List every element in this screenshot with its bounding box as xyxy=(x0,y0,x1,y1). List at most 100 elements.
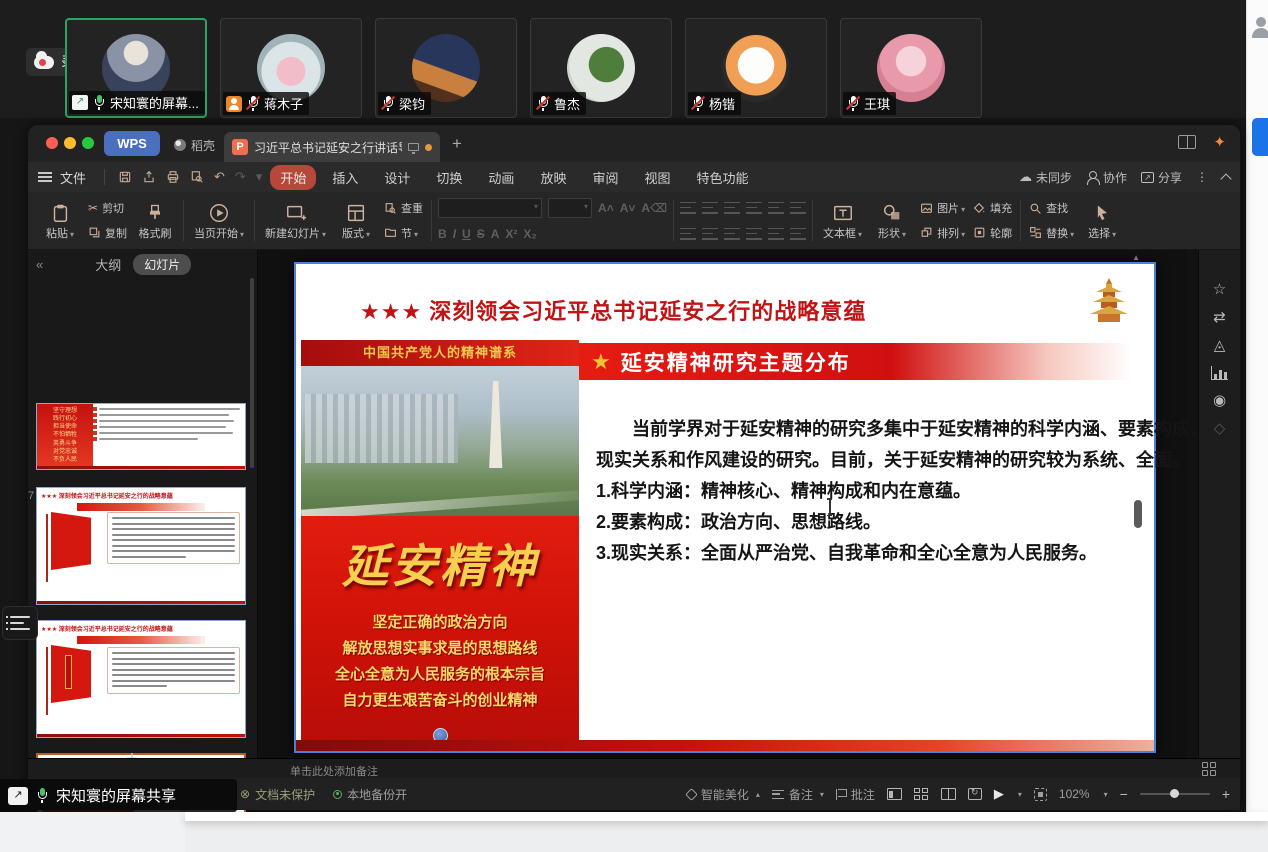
align-icon[interactable] xyxy=(724,202,740,214)
align-icon[interactable] xyxy=(680,202,696,214)
print-icon[interactable] xyxy=(166,170,180,184)
resource-icon[interactable]: ◉ xyxy=(1213,393,1226,408)
new-tab-button[interactable]: + xyxy=(452,134,462,154)
menu-tab-2[interactable]: 插入 xyxy=(322,165,368,190)
more-menu-icon[interactable]: ⋮ xyxy=(1196,170,1208,184)
animation-icon[interactable]: ◬ xyxy=(1214,338,1226,353)
print-preview-icon[interactable] xyxy=(190,170,204,184)
find-button[interactable]: 查找 xyxy=(1027,200,1076,216)
menu-tab-1[interactable]: 开始 xyxy=(270,165,316,190)
export-icon[interactable] xyxy=(142,170,156,184)
superscript-icon[interactable]: X² xyxy=(505,227,517,241)
bold-icon[interactable]: B xyxy=(438,227,447,241)
image-button[interactable]: 图片▾ xyxy=(918,200,967,216)
backup-status[interactable]: 本地备份开 xyxy=(333,786,407,803)
underline-icon[interactable]: U xyxy=(462,227,471,241)
blue-side-tab[interactable] xyxy=(1252,118,1268,156)
slide-body-text[interactable]: 当前学界对于延安精神的研究多集中于延安精神的科学内涵、要素构成、现实关系和作风建… xyxy=(596,414,1152,569)
redo-icon[interactable]: ↷ xyxy=(235,169,246,185)
share-button[interactable]: ↗分享 xyxy=(1141,169,1182,186)
handoff-icon[interactable] xyxy=(968,788,982,800)
outline-button[interactable]: 轮廓 xyxy=(971,225,1014,241)
menu-tab-4[interactable]: 切换 xyxy=(426,165,472,190)
collapse-panel-icon[interactable]: « xyxy=(36,257,43,272)
strikethrough-icon[interactable]: S xyxy=(477,227,485,241)
menu-tab-6[interactable]: 放映 xyxy=(530,165,576,190)
fill-button[interactable]: 填充 xyxy=(971,200,1014,216)
collaborate-button[interactable]: 协作 xyxy=(1086,169,1127,186)
format-painter-button[interactable]: 格式刷 xyxy=(133,196,177,245)
grid-view-icon[interactable] xyxy=(1202,762,1218,776)
panel-scrollbar[interactable] xyxy=(250,278,254,468)
textbox-button[interactable]: 文本框▾ xyxy=(819,196,866,245)
slideshow-play-icon[interactable]: ▶ xyxy=(994,786,1004,802)
doc-protect-status[interactable]: ⊗文档未保护 xyxy=(240,786,315,803)
maximize-button[interactable] xyxy=(82,137,94,149)
participant-tile[interactable]: ↗宋知寰的屏幕... xyxy=(65,18,207,118)
check-duplicate-button[interactable]: 查重 xyxy=(382,200,425,216)
chart-icon[interactable] xyxy=(1211,366,1228,380)
play-caret-icon[interactable]: ▾ xyxy=(1018,790,1022,799)
menu-tab-8[interactable]: 视图 xyxy=(634,165,680,190)
participant-tile[interactable]: 杨锴 xyxy=(685,18,827,118)
close-button[interactable] xyxy=(46,137,58,149)
document-tab[interactable]: P 习近平总书记延安之行讲话导读 xyxy=(224,132,440,162)
notes-button[interactable]: 备注▾ xyxy=(772,786,824,803)
participant-tile[interactable]: 梁钧 xyxy=(375,18,517,118)
split-view-icon[interactable] xyxy=(1178,135,1196,149)
arrange-button[interactable]: 排列▾ xyxy=(918,225,967,241)
shapes-button[interactable]: 形状▾ xyxy=(870,196,914,245)
align-icon[interactable] xyxy=(768,228,784,240)
select-button[interactable]: 选择▾ xyxy=(1080,196,1124,245)
zoom-in-button[interactable]: + xyxy=(1222,786,1230,802)
subscript-icon[interactable]: X₂ xyxy=(523,227,536,241)
tab-outline[interactable]: 大纲 xyxy=(95,255,121,274)
slide-canvas[interactable]: ★★★ 深刻领会习近平总书记延安之行的战略意蕴 中国共产党人的精神谱系 xyxy=(294,262,1156,753)
sorter-view-icon[interactable] xyxy=(914,788,929,800)
cut-button[interactable]: ✂剪切 xyxy=(86,200,129,216)
fit-window-icon[interactable] xyxy=(1034,788,1047,801)
reading-view-icon[interactable] xyxy=(941,788,956,800)
normal-view-icon[interactable] xyxy=(887,788,902,800)
zoom-slider[interactable] xyxy=(1140,793,1210,795)
menu-tab-3[interactable]: 设计 xyxy=(374,165,420,190)
align-icon[interactable] xyxy=(746,202,762,214)
menu-tab-7[interactable]: 审阅 xyxy=(582,165,628,190)
menu-tab-5[interactable]: 动画 xyxy=(478,165,524,190)
italic-icon[interactable]: I xyxy=(453,227,456,241)
font-size-combo[interactable] xyxy=(548,198,592,218)
participant-tile[interactable]: 鲁杰 xyxy=(530,18,672,118)
align-icon[interactable] xyxy=(702,228,718,240)
copy-button[interactable]: 复制 xyxy=(86,225,129,241)
docer-tab[interactable]: 稻壳 xyxy=(166,133,223,157)
align-icon[interactable] xyxy=(768,202,784,214)
undo-icon[interactable]: ↶ xyxy=(214,169,225,185)
slide-thumbnail-6[interactable]: 坚守理想践行初心担当使命不怕牺牲英勇斗争对党忠诚不负人民 xyxy=(36,403,246,470)
wps-home-tab[interactable]: WPS xyxy=(104,131,160,156)
align-icon[interactable] xyxy=(790,228,806,240)
decrease-font-icon[interactable]: A˅ xyxy=(620,201,636,215)
main-scrollbar[interactable] xyxy=(1134,500,1142,528)
collapse-ribbon-icon[interactable] xyxy=(1220,173,1231,184)
font-name-combo[interactable] xyxy=(438,198,542,218)
save-icon[interactable] xyxy=(118,170,132,184)
zoom-out-button[interactable]: − xyxy=(1120,786,1128,802)
font-color-icon[interactable]: A xyxy=(491,227,500,241)
notes-placeholder[interactable]: 单击此处添加备注 xyxy=(290,763,378,779)
favorites-star-icon[interactable]: ☆ xyxy=(1213,282,1226,297)
menu-file[interactable]: 文件 xyxy=(60,168,86,187)
beautify-button[interactable]: 智能美化▴ xyxy=(687,786,760,803)
increase-font-icon[interactable]: A˄ xyxy=(598,201,614,215)
align-icon[interactable] xyxy=(746,228,762,240)
slide-thumbnail-7[interactable]: ★★★ 深刻领会习近平总书记延安之行的战略意蕴 xyxy=(36,487,246,605)
align-icon[interactable] xyxy=(790,202,806,214)
participant-tile[interactable]: 王琪 xyxy=(840,18,982,118)
play-current-button[interactable]: 当页开始▾ xyxy=(190,196,248,245)
align-icon[interactable] xyxy=(680,228,696,240)
replace-button[interactable]: 替换▾ xyxy=(1027,225,1076,241)
zoom-slider-knob[interactable] xyxy=(1170,789,1179,798)
participant-tile[interactable]: 蒋木子 xyxy=(220,18,362,118)
screen-share-overlay[interactable]: ↗ 宋知寰的屏幕共享 xyxy=(0,779,237,812)
zoom-caret-icon[interactable]: ▾ xyxy=(1104,790,1108,799)
zoom-level[interactable]: 102% xyxy=(1059,787,1090,801)
